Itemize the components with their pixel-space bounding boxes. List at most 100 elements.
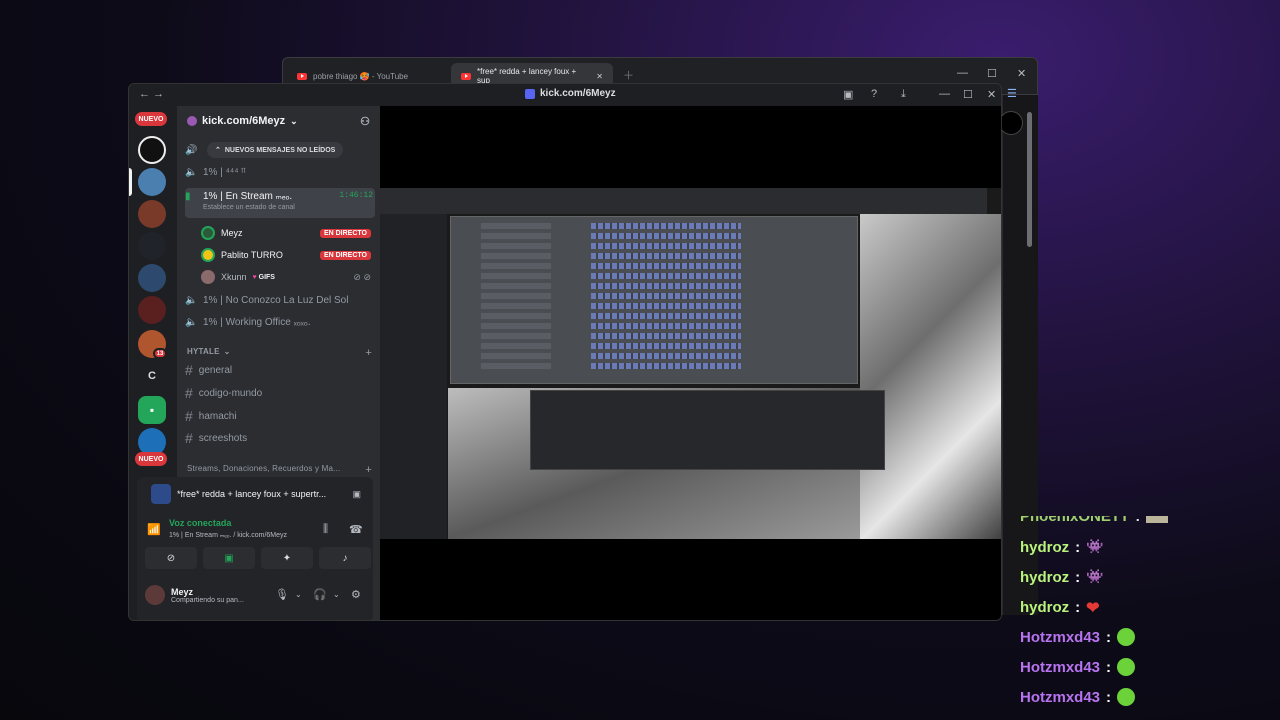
camera-off-button[interactable]: ⊘ [145,547,197,569]
daw-channel-rack [450,216,858,384]
soundboard-button[interactable]: ♪ [319,547,371,569]
voice-channel-name: 1% | En Stream ₘₑₒ. [203,191,293,202]
speaker-icon: 🔈 [185,167,198,178]
voice-user-meyz[interactable]: Meyz EN DIRECTO [201,224,371,242]
add-channel-icon[interactable]: + [365,347,372,359]
screen-icon[interactable]: ▣ [352,489,361,500]
chat-message: PhoenixONETT : [1020,516,1169,525]
server-icon-letter[interactable]: C [138,362,166,390]
voice-user-xkunn[interactable]: Xkunn ♥ GIFS ⊘ ⊘ [201,268,371,286]
server-icon-6[interactable] [138,296,166,324]
activity-title: *free* redda + lancey foux + supertr... [177,489,327,499]
profile-icon[interactable] [999,111,1023,135]
category-name: HYTALE [187,347,220,356]
chat-username: hydroz [1020,538,1070,556]
back-forward-icon[interactable]: ← → [139,88,164,100]
server-icon-4[interactable] [138,232,166,260]
new-badge-2[interactable]: NUEVO [135,452,167,466]
add-member-icon[interactable]: ⚇ [360,115,370,128]
new-tab-icon[interactable]: ＋ [623,67,634,83]
chevron-down-icon[interactable]: ⌄ [333,590,340,599]
emote-icon [1117,658,1136,676]
headphones-icon[interactable]: 🎧 [313,588,327,601]
chat-message: Hotzmxd43 : [1020,688,1136,706]
category-hytale[interactable]: HYTALE ⌄ + [187,347,372,359]
activities-button[interactable]: ✦ [261,547,313,569]
server-icon-5[interactable] [138,264,166,292]
inbox-icon[interactable]: ▣ [843,88,853,101]
avatar [201,270,215,284]
emote-icon [1117,628,1136,646]
speaker-icon: 🔈 [185,295,198,306]
folder-icon[interactable]: ▪ [138,396,166,424]
category-streams[interactable]: Streams, Donaciones, Recuerdos y Ma... + [187,464,372,476]
category-name: Streams, Donaciones, Recuerdos y Ma... [187,464,341,473]
maximize-icon[interactable]: ☐ [987,67,997,80]
voice-channel-4[interactable]: 🔈 1% | Working Office ₓₒₓₒ. [185,312,375,332]
signal-icon: 📶 [147,524,161,536]
screen-share-button[interactable]: ▣ [203,547,255,569]
text-channel-screeshots[interactable]: # screeshots [185,428,247,448]
chat-separator: : [1106,688,1112,706]
discord-window: ← → kick.com/6Meyz ▣ ? ⤓ — ☐ ✕ NUEVO 13 … [128,83,1002,621]
voice-channel-1[interactable]: 🔈 1% | ⁴⁴⁴ ᵗᵗ [185,162,375,182]
user-name: Meyz [221,228,243,238]
scrollbar[interactable] [1027,112,1032,247]
maximize-icon[interactable]: ☐ [963,88,973,101]
channel-name: screeshots [198,432,248,444]
gif-tag: ♥ GIFS [253,274,275,281]
settings-gear-icon[interactable]: ⚙ [351,588,361,601]
mention-count-badge: 13 [153,348,167,359]
emote-icon [1117,688,1136,706]
voice-channel-info: 1% | En Stream ₘₑₒ. 1:46:12 Establece un… [203,191,373,211]
avatar [201,248,215,262]
close-tab-icon[interactable]: ✕ [596,72,603,81]
help-icon[interactable]: ? [871,88,877,100]
chat-username: hydroz [1020,568,1070,586]
close-window-icon[interactable]: ✕ [1017,67,1026,80]
chat-message: Hotzmxd43 : [1020,628,1136,646]
voice-location[interactable]: 1% | En Stream ₘₑₒ. / kick.com/6Meyz [169,531,287,539]
youtube-icon [461,72,471,80]
daw-toolbar [380,188,987,214]
voice-user-pablito[interactable]: Pablito TURRO EN DIRECTO [201,246,371,264]
chevron-up-icon: ⌃ [215,147,221,154]
voice-channel-name: 1% | ⁴⁴⁴ ᵗᵗ [203,166,246,178]
channel-status[interactable]: Establece un estado de canal [203,204,363,211]
voice-channel-en-stream[interactable]: ▮ 1% | En Stream ₘₑₒ. 1:46:12 Establece … [185,188,375,218]
window-title: kick.com/6Meyz [525,88,616,99]
text-channel-general[interactable]: # general [185,360,232,380]
server-icon-3[interactable] [138,200,166,228]
minimize-icon[interactable]: — [939,88,950,100]
server-header[interactable]: kick.com/6Meyz ⌄ ⚇ [177,106,380,136]
hash-icon: # [185,385,193,401]
new-messages-pill[interactable]: ⌃ NUEVOS MENSAJES NO LEÍDOS [207,142,344,158]
stream-viewer[interactable] [380,106,1001,620]
server-icon-2[interactable] [138,168,166,196]
window-title-text: kick.com/6Meyz [540,88,616,99]
activity-row[interactable]: *free* redda + lancey foux + supertr... … [151,482,361,506]
background-photo [860,214,1001,539]
chevron-down-icon[interactable]: ⌄ [295,590,302,599]
add-channel-icon[interactable]: + [365,464,372,476]
menu-icon[interactable]: ☰ [1007,87,1017,100]
current-user-info: Meyz Compartiendo su pan... [171,587,244,604]
text-channel-codigo-mundo[interactable]: # codigo-mundo [185,383,262,403]
current-user[interactable]: Meyz Compartiendo su pan... 🎙 ⌄ 🎧 ⌄ ⚙ [145,579,367,611]
microphone-icon[interactable]: 🎙 [275,588,289,601]
server-icon-1[interactable] [138,136,166,164]
voice-connected-label[interactable]: Voz conectada [169,518,231,528]
close-icon[interactable]: ✕ [987,88,996,101]
voice-channel-3[interactable]: 🔈 1% | No Conozco La Luz Del Sol [185,290,375,310]
text-channel-hamachi[interactable]: # hamachi [185,406,237,426]
server-icon [525,88,535,99]
noise-suppression-icon[interactable]: ⫼ [323,523,328,536]
speaker-icon: 🔊 [185,145,198,156]
download-icon[interactable]: ⤓ [901,88,906,101]
disconnect-icon[interactable]: ☎ [349,523,363,536]
chat-username: Hotzmxd43 [1020,658,1101,676]
chat-separator: : [1075,568,1081,586]
new-badge[interactable]: NUEVO [135,112,167,126]
minimize-icon[interactable]: — [957,67,968,79]
user-status: Compartiendo su pan... [171,596,244,604]
